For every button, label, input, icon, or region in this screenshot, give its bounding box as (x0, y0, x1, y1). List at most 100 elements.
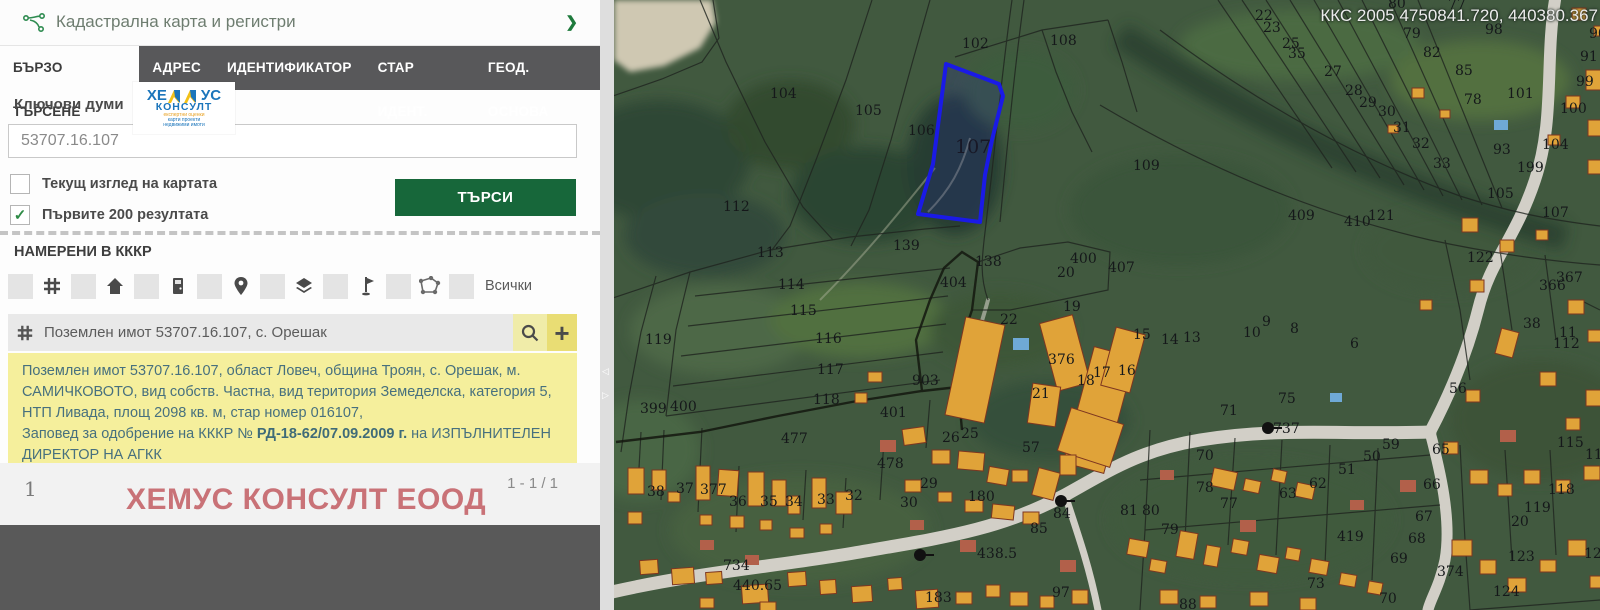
svg-text:30: 30 (900, 495, 918, 511)
chevron-down-icon[interactable]: ❯ (565, 13, 578, 31)
parcel-grid-icon (40, 274, 64, 298)
filter-checkbox-all[interactable] (449, 274, 474, 299)
hemus-consult-logo: ХЕ УС КОНСУЛТ експертни оценки карти про… (133, 82, 235, 134)
svg-text:139: 139 (893, 238, 920, 254)
map-pin-icon (229, 274, 253, 298)
building-door-icon (166, 274, 190, 298)
svg-text:440.65: 440.65 (733, 578, 782, 594)
svg-text:105: 105 (1487, 186, 1514, 202)
svg-text:116: 116 (1585, 447, 1600, 463)
tab-geod-basis[interactable]: ГЕОД. ОСНОВА (475, 46, 600, 90)
svg-text:401: 401 (880, 405, 907, 421)
result-range: 1 - 1 / 1 (507, 475, 558, 492)
svg-text:737: 737 (1273, 421, 1300, 437)
parcel-detail-text: Поземлен имот 53707.16.107, област Ловеч… (8, 353, 577, 463)
filter-checkbox[interactable] (323, 274, 348, 299)
svg-text:109: 109 (1133, 158, 1160, 174)
filter-checkbox[interactable] (260, 274, 285, 299)
parcel-grid-icon (16, 324, 34, 342)
svg-text:376: 376 (1048, 352, 1075, 368)
filter-checkbox[interactable] (197, 274, 222, 299)
svg-text:118: 118 (1548, 482, 1575, 498)
svg-text:102: 102 (962, 36, 989, 52)
svg-text:79: 79 (1403, 26, 1421, 42)
satellite-map[interactable]: 1021081041051061071091121131141151161171… (614, 0, 1600, 610)
expand-right-icon[interactable]: ▷ (602, 390, 609, 401)
current-view-checkbox[interactable] (10, 174, 30, 194)
svg-text:56: 56 (1449, 381, 1467, 397)
svg-text:113: 113 (757, 245, 784, 261)
svg-text:20: 20 (1511, 514, 1529, 530)
svg-text:114: 114 (778, 277, 805, 293)
svg-text:16: 16 (1118, 363, 1136, 379)
add-result-button[interactable]: + (547, 314, 577, 351)
filter-checkbox[interactable] (8, 274, 33, 299)
result-type-filter-row: Всички (8, 272, 532, 300)
result-item-title: Поземлен имот 53707.16.107, с. Орешак (44, 324, 513, 341)
svg-text:14: 14 (1161, 332, 1179, 348)
svg-text:63: 63 (1279, 486, 1297, 502)
watermark-text: ХЕМУС КОНСУЛТ ЕООД (126, 483, 486, 517)
search-button[interactable]: ТЪРСИ (395, 179, 576, 216)
cadastre-app: Кадастрална карта и регистри ❯ БЪРЗО ТЪР… (0, 0, 1600, 610)
filter-all-label: Всички (485, 278, 532, 294)
layers-icon (292, 274, 316, 298)
svg-text:22: 22 (1000, 312, 1018, 328)
svg-text:903: 903 (912, 373, 939, 389)
svg-text:70: 70 (1196, 448, 1214, 464)
filter-checkbox[interactable] (386, 274, 411, 299)
tab-quick-search[interactable]: БЪРЗО ТЪРСЕНЕ (0, 46, 139, 90)
svg-text:31: 31 (1393, 120, 1411, 136)
svg-text:122: 122 (1467, 250, 1494, 266)
collapse-left-icon[interactable]: ◁ (602, 366, 609, 377)
svg-text:15: 15 (1133, 327, 1151, 343)
svg-text:34: 34 (785, 494, 803, 510)
svg-text:409: 409 (1288, 208, 1315, 224)
svg-text:105: 105 (855, 103, 882, 119)
keywords-input[interactable] (8, 124, 577, 158)
svg-text:21: 21 (1032, 386, 1050, 402)
svg-text:18: 18 (1077, 373, 1095, 389)
tab-bar: БЪРЗО ТЪРСЕНЕ АДРЕС ИДЕНТИФИКАТОР СТАР И… (0, 46, 600, 90)
svg-text:367: 367 (1556, 270, 1583, 286)
svg-text:6: 6 (1350, 336, 1359, 352)
branch-network-icon (22, 12, 46, 39)
svg-text:97: 97 (1052, 585, 1070, 601)
svg-text:477: 477 (781, 431, 808, 447)
svg-text:68: 68 (1408, 531, 1426, 547)
svg-text:104: 104 (1542, 137, 1569, 153)
svg-text:62: 62 (1309, 476, 1327, 492)
svg-text:8: 8 (1290, 321, 1299, 337)
svg-text:70: 70 (1379, 591, 1397, 607)
svg-text:107: 107 (955, 136, 991, 158)
result-list-item[interactable]: Поземлен имот 53707.16.107, с. Орешак + (8, 314, 577, 351)
first200-checkbox[interactable]: ✓ (10, 205, 30, 225)
svg-text:115: 115 (790, 303, 817, 319)
filter-checkbox[interactable] (134, 274, 159, 299)
svg-text:37: 37 (676, 481, 694, 497)
sidebar-header: Кадастрална карта и регистри ❯ (0, 0, 600, 46)
svg-text:99: 99 (1576, 74, 1594, 90)
svg-text:90: 90 (1589, 26, 1600, 42)
zoom-to-result-button[interactable] (513, 314, 547, 351)
tab-identifier[interactable]: ИДЕНТИФИКАТОР (214, 46, 365, 90)
svg-text:71: 71 (1220, 403, 1238, 419)
tab-old-ident[interactable]: СТАР ИДЕНТ. (365, 46, 475, 90)
map-viewport[interactable]: 1021081041051061071091121131141151161171… (614, 0, 1600, 610)
svg-text:23: 23 (1263, 20, 1281, 36)
svg-text:35: 35 (760, 494, 778, 510)
svg-text:19: 19 (1063, 299, 1081, 315)
sidebar-collapse-strip[interactable]: ◁ ▷ (600, 0, 614, 610)
svg-text:106: 106 (908, 123, 935, 139)
svg-text:81: 81 (1120, 503, 1138, 519)
page-number[interactable]: 1 (24, 477, 37, 501)
svg-text:75: 75 (1278, 391, 1296, 407)
sidebar: Кадастрална карта и регистри ❯ БЪРЗО ТЪР… (0, 0, 600, 610)
svg-text:65: 65 (1432, 442, 1450, 458)
svg-text:377: 377 (700, 482, 727, 498)
svg-text:25: 25 (961, 426, 979, 442)
svg-text:108: 108 (1050, 33, 1077, 49)
svg-text:123: 123 (1508, 549, 1535, 565)
filter-checkbox[interactable] (71, 274, 96, 299)
svg-text:138: 138 (975, 254, 1002, 270)
